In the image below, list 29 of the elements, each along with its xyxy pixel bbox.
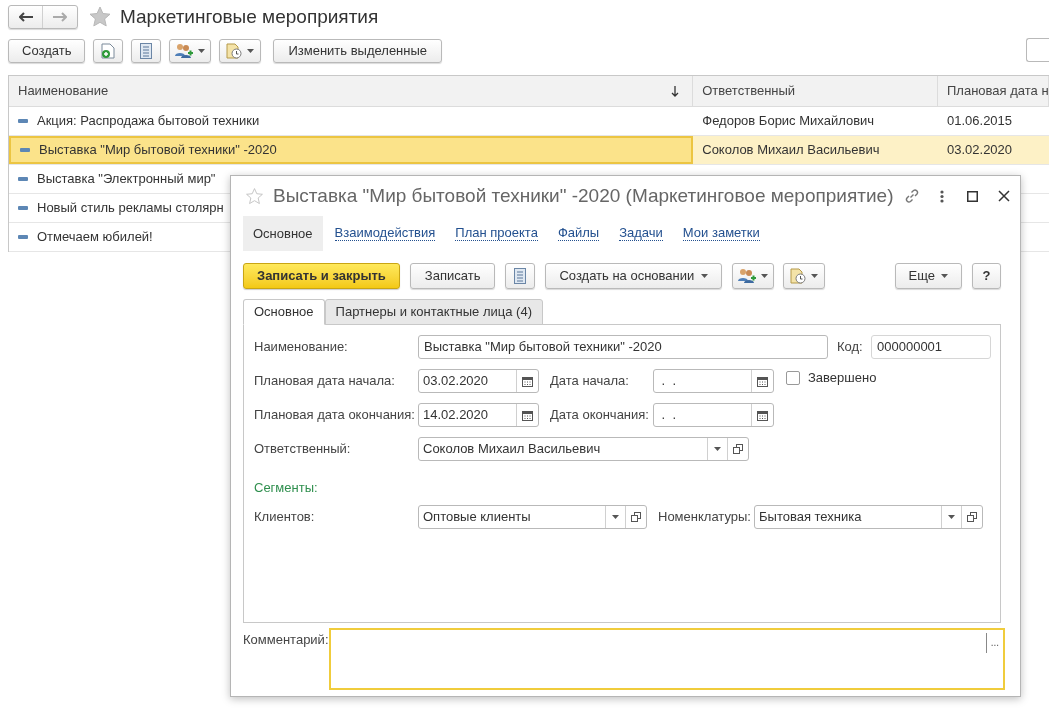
select-value: Бытовая техника bbox=[758, 508, 863, 527]
field-label: Код: bbox=[837, 338, 864, 357]
date-value: 14.02.2020 bbox=[422, 406, 490, 425]
field-label: Плановая дата начала: bbox=[254, 372, 396, 391]
cell-text: 03.02.2020 bbox=[947, 141, 1013, 160]
date-value: . . bbox=[660, 406, 678, 425]
cell-text: Отмечаем юбилей! bbox=[37, 228, 153, 247]
cell-text: Выставка "Мир бытовой техники" -2020 bbox=[39, 141, 277, 160]
cell-text: Федоров Борис Михайлович bbox=[702, 112, 875, 131]
field-label: Номенклатуры: bbox=[658, 508, 752, 527]
field-label: Клиентов: bbox=[254, 508, 316, 527]
select-value: Оптовые клиенты bbox=[422, 508, 532, 527]
date-value: . . bbox=[660, 372, 678, 391]
field-label: Комментарий: bbox=[243, 631, 329, 649]
field-label: Плановая дата окончания: bbox=[254, 406, 416, 425]
cell-text: Акция: Распродажа бытовой техники bbox=[37, 112, 260, 131]
cell-text: Соколов Михаил Васильевич bbox=[702, 141, 880, 160]
date-value: 03.02.2020 bbox=[422, 372, 490, 391]
field-label: Дата начала: bbox=[550, 372, 630, 391]
field-label: Дата окончания: bbox=[550, 406, 650, 425]
select-value: Соколов Михаил Васильевич bbox=[422, 440, 602, 459]
field-label: Ответственный: bbox=[254, 440, 352, 459]
cell-text: Выставка "Электронный мир" bbox=[37, 170, 216, 189]
cell-text: 01.06.2015 bbox=[947, 112, 1013, 131]
checkbox-label: Завершено bbox=[808, 369, 877, 387]
page-title: Маркетинговые мероприятия bbox=[120, 4, 379, 29]
field-label: Наименование: bbox=[254, 338, 349, 357]
section-heading: Сегменты: bbox=[254, 478, 318, 497]
cell-text: Новый стиль рекламы столярн bbox=[37, 199, 224, 218]
